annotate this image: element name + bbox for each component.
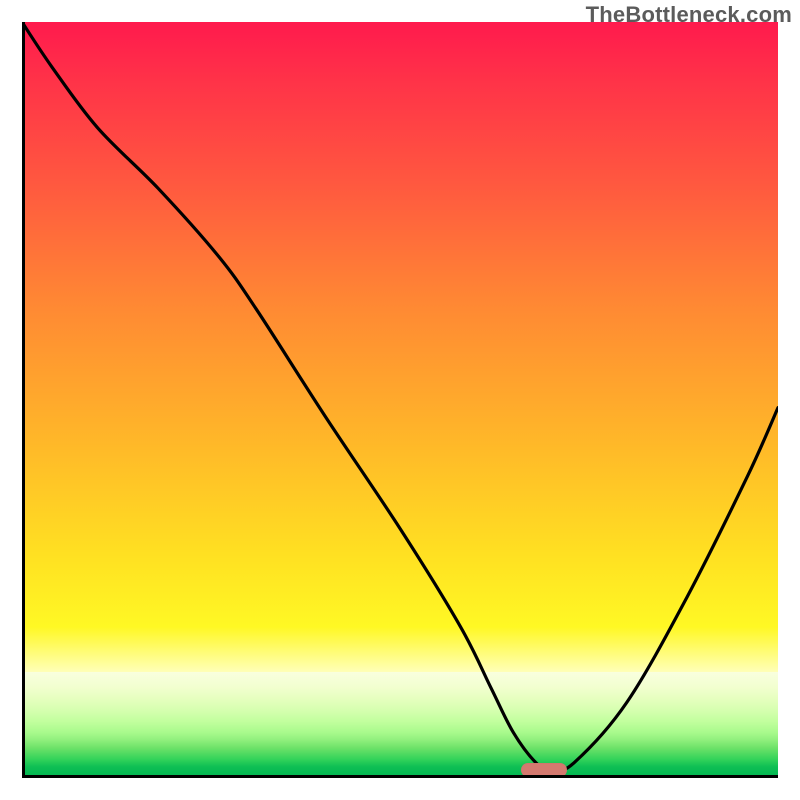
plot-area bbox=[22, 22, 778, 778]
bottleneck-curve bbox=[22, 22, 778, 778]
optimal-marker-icon bbox=[521, 763, 567, 777]
chart-canvas: TheBottleneck.com bbox=[0, 0, 800, 800]
